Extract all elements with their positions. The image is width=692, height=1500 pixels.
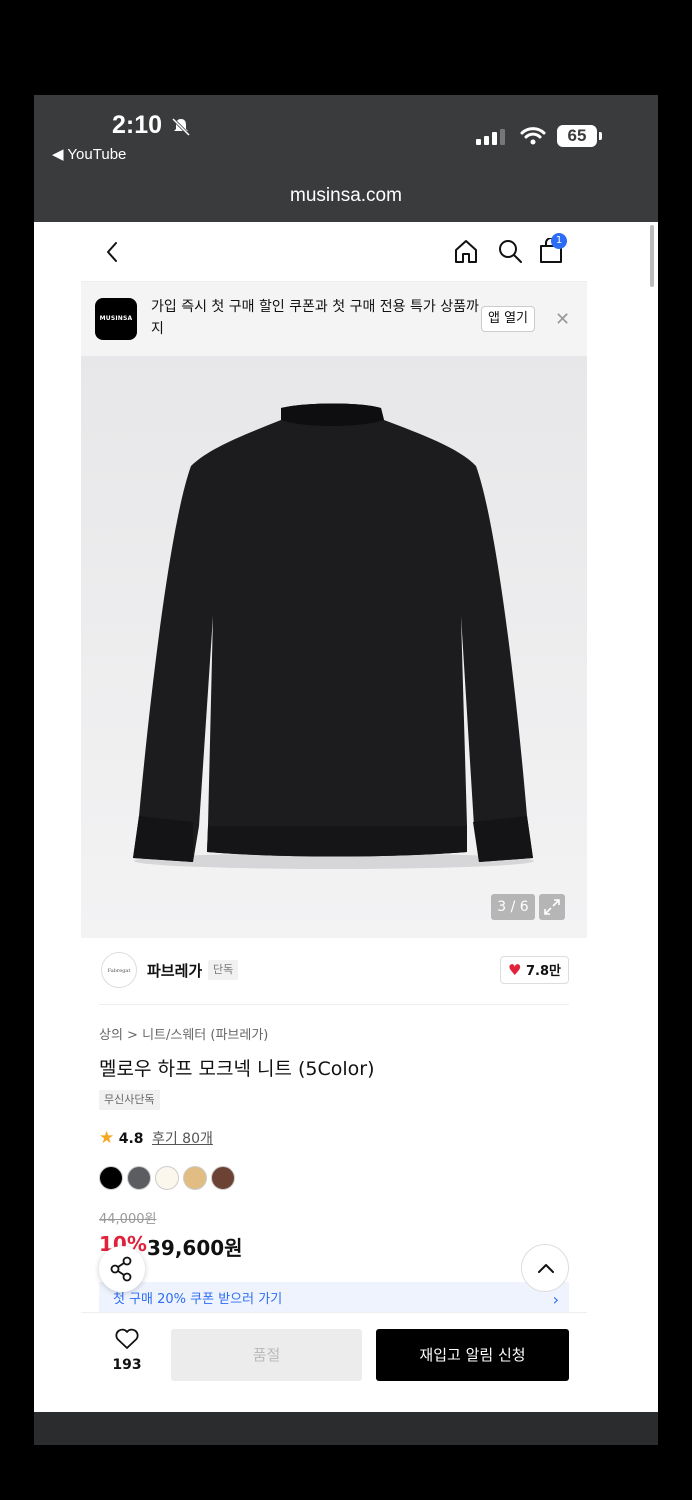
back-arrow-icon[interactable] [105, 240, 119, 264]
app-install-banner: MUSINSA 가입 즉시 첫 구매 할인 쿠폰과 첫 구매 전용 특가 상품까… [81, 282, 587, 356]
share-icon [110, 1256, 132, 1282]
musinsa-exclusive-badge: 무신사단독 [99, 1090, 160, 1110]
search-icon[interactable] [497, 238, 523, 264]
image-counter: 3 / 6 [491, 894, 535, 920]
color-swatch-gray[interactable] [127, 1166, 151, 1190]
sold-out-button[interactable]: 품절 [171, 1329, 362, 1381]
browser-toolbar [34, 1412, 658, 1445]
expand-icon [544, 899, 560, 915]
top-navigation: 1 [81, 222, 587, 282]
brand-like-count: 7.8만 [525, 964, 561, 979]
sweater-image [133, 403, 534, 869]
bottom-action-bar: 193 품절 재입고 알림 신청 [81, 1312, 587, 1412]
brand-row: Fabregat 파브레가 단독 ♥ 7.8만 [81, 938, 587, 1004]
status-bar: 2:10 ◀ YouTube 65 musinsa.com [34, 95, 658, 222]
star-icon: ★ [99, 1128, 115, 1148]
heart-outline-icon [115, 1328, 139, 1349]
brand-name[interactable]: 파브레가 [147, 960, 202, 981]
scroll-to-top-button[interactable] [521, 1244, 569, 1292]
color-swatch-beige[interactable] [183, 1166, 207, 1190]
rating: ★ 4.8 후기 80개 [99, 1128, 213, 1148]
battery-nub [599, 132, 602, 140]
first-purchase-coupon-banner[interactable]: 첫 구매 20% 쿠폰 받으러 가기 › [99, 1282, 569, 1312]
divider [99, 1004, 569, 1005]
rating-score: 4.8 [118, 1131, 144, 1147]
review-count-link[interactable]: 후기 80개 [152, 1131, 213, 1147]
chevron-up-icon [538, 1264, 554, 1273]
mute-bell-icon [171, 117, 191, 137]
musinsa-logo: MUSINSA [95, 298, 137, 340]
battery-indicator: 65 [557, 125, 597, 147]
product-title: 멜로우 하프 모크넥 니트 (5Color) [99, 1058, 375, 1080]
wifi-icon [520, 127, 546, 145]
heart-icon: ♥ [508, 961, 522, 979]
wishlist-count: 193 [112, 1357, 142, 1373]
color-swatch-brown[interactable] [211, 1166, 235, 1190]
url-bar[interactable]: musinsa.com [34, 185, 658, 207]
exclusive-badge: 단독 [208, 960, 239, 980]
close-icon[interactable]: ✕ [555, 309, 570, 330]
back-to-app-link[interactable]: ◀ YouTube [52, 145, 126, 163]
phone-screen: 2:10 ◀ YouTube 65 musinsa.com 1 MUSINSA … [34, 95, 658, 1445]
coupon-text: 첫 구매 20% 쿠폰 받으러 가기 [113, 1292, 283, 1307]
banner-text: 가입 즉시 첫 구매 할인 쿠폰과 첫 구매 전용 특가 상품까지 [151, 299, 479, 337]
open-app-button[interactable]: 앱 열기 [481, 306, 536, 332]
scrollbar[interactable] [650, 225, 654, 287]
cart-count-badge: 1 [551, 233, 567, 249]
expand-image-button[interactable] [539, 894, 565, 920]
product-page: 1 MUSINSA 가입 즉시 첫 구매 할인 쿠폰과 첫 구매 전용 특가 상… [81, 222, 587, 1412]
status-time: 2:10 [112, 111, 163, 139]
home-icon[interactable] [453, 238, 479, 264]
color-swatch-black[interactable] [99, 1166, 123, 1190]
cellular-signal-icon [476, 129, 505, 145]
brand-logo[interactable]: Fabregat [101, 952, 137, 988]
sale-price: 39,600원 [147, 1236, 243, 1260]
original-price: 44,000원 [99, 1212, 157, 1227]
restock-alert-button[interactable]: 재입고 알림 신청 [376, 1329, 569, 1381]
product-image[interactable]: 3 / 6 [81, 356, 587, 938]
share-button[interactable] [99, 1246, 145, 1292]
wishlist-button[interactable]: 193 [107, 1327, 147, 1373]
color-swatch-ivory[interactable] [155, 1166, 179, 1190]
brand-like-button[interactable]: ♥ 7.8만 [500, 956, 569, 984]
breadcrumb[interactable]: 상의 > 니트/스웨터 (파브레가) [99, 1024, 268, 1043]
